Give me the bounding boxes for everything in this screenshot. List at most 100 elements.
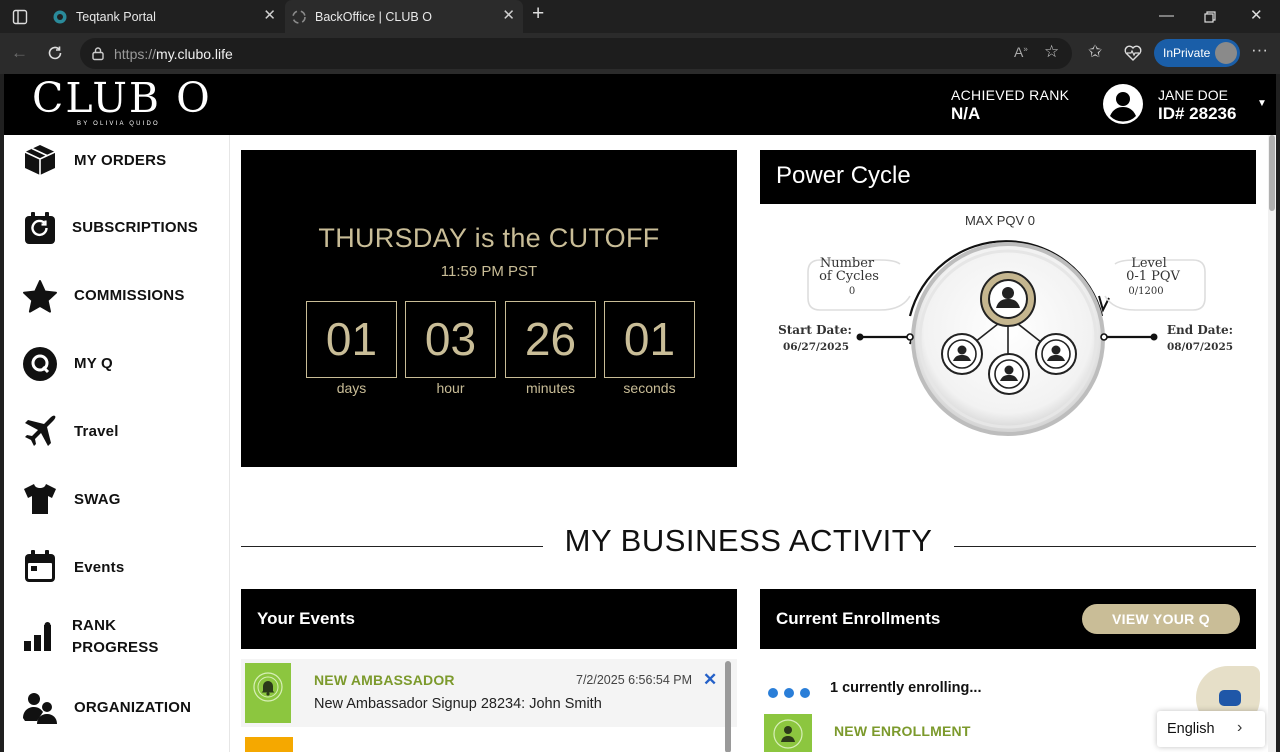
sidebar-item-events[interactable]: Events — [4, 538, 230, 594]
enrollment-type: NEW ENROLLMENT — [834, 723, 971, 739]
view-your-q-button[interactable]: VIEW YOUR Q — [1082, 604, 1240, 634]
logo-tagline: BY OLIVIA QUIDO — [77, 121, 160, 127]
read-aloud-icon[interactable]: A» — [1014, 44, 1028, 60]
countdown-minutes-label: minutes — [525, 380, 576, 396]
sidebar-item-my-q[interactable]: MY Q — [4, 335, 230, 391]
main-content: THURSDAY is the CUTOFF 11:59 PM PST 01 0… — [230, 135, 1276, 752]
star-icon — [23, 280, 57, 313]
reload-icon[interactable] — [46, 44, 64, 62]
end-date-value: 08/07/2025 — [1167, 341, 1233, 353]
enrollments-card-header: Current Enrollments VIEW YOUR Q — [760, 589, 1256, 649]
toolbar: ← https://my.clubo.life A» ☆ ✩ InPrivate… — [0, 33, 1280, 74]
power-cycle-title: Power Cycle — [776, 162, 911, 189]
user-avatar-icon[interactable] — [1102, 83, 1144, 125]
achieved-rank-label: ACHIEVED RANK — [951, 87, 1070, 103]
power-cycle-header: Power Cycle — [760, 150, 1256, 204]
events-card-title: Your Events — [257, 609, 355, 628]
language-selector[interactable]: English › — [1157, 711, 1265, 747]
tshirt-icon — [24, 484, 56, 514]
sidebar-item-label-line1: RANK — [72, 617, 117, 634]
events-scrollbar[interactable] — [725, 661, 731, 752]
new-tab-button[interactable]: + — [532, 3, 544, 24]
sidebar-item-commissions[interactable]: COMMISSIONS — [4, 267, 230, 323]
sidebar-item-label: MY ORDERS — [74, 152, 167, 169]
airplane-icon — [25, 415, 56, 446]
favorites-icon[interactable]: ✩ — [1088, 42, 1102, 62]
event-type-badge — [245, 663, 291, 723]
club-o-logo[interactable]: CLUB O — [32, 74, 212, 122]
url-text: https://my.clubo.life — [114, 46, 233, 62]
browser-essentials-icon[interactable] — [1124, 45, 1142, 61]
events-card: Your Events NEW AMBASSADOR 7/2/2025 6:56… — [241, 589, 737, 752]
user-menu-chevron-icon[interactable]: ▼ — [1257, 98, 1267, 109]
event-item-next-badge — [245, 737, 293, 752]
enrollment-type-badge — [764, 714, 812, 752]
business-activity-heading: MY BUSINESS ACTIVITY — [241, 523, 1256, 563]
restore-icon[interactable] — [1204, 11, 1216, 23]
box-icon — [24, 145, 56, 175]
sidebar-item-label: MY Q — [74, 355, 113, 372]
page-scrollbar-thumb[interactable] — [1269, 135, 1275, 211]
favorite-star-icon[interactable]: ☆ — [1044, 42, 1059, 62]
events-card-header: Your Events — [241, 589, 737, 649]
enrolling-dots-icon — [768, 685, 816, 703]
sidebar-item-label: SWAG — [74, 491, 121, 508]
lock-icon[interactable] — [91, 46, 105, 61]
close-window-icon[interactable]: ✕ — [1250, 7, 1263, 25]
q-icon — [23, 347, 57, 381]
group-icon — [23, 693, 57, 724]
minimize-icon[interactable]: — — [1159, 7, 1174, 25]
calendar-icon — [25, 550, 55, 582]
sidebar-item-rank-progress[interactable]: RANK PROGRESS — [4, 607, 230, 671]
user-id[interactable]: ID# 28236 — [1158, 104, 1236, 124]
sidebar-item-label: Travel — [74, 423, 119, 440]
countdown-title: THURSDAY is the CUTOFF — [318, 223, 660, 253]
person-icon — [773, 719, 803, 749]
sidebar-item-subscriptions[interactable]: SUBSCRIPTIONS — [4, 199, 230, 255]
chevron-right-icon: › — [1237, 719, 1243, 736]
tab-strip: Teqtank Portal ✕ BackOffice | CLUB O ✕ +… — [0, 0, 1280, 33]
bar-chart-icon — [24, 622, 51, 651]
tab-title: Teqtank Portal — [76, 9, 156, 24]
sidebar-item-label: SUBSCRIPTIONS — [72, 219, 198, 236]
cutoff-countdown-panel: THURSDAY is the CUTOFF 11:59 PM PST 01 0… — [241, 150, 737, 467]
tab-backoffice[interactable]: BackOffice | CLUB O ✕ — [285, 0, 523, 33]
tab-teqtank-portal[interactable]: Teqtank Portal ✕ — [44, 0, 284, 33]
teqtank-icon — [53, 10, 67, 23]
chat-bubble-icon — [1219, 690, 1241, 706]
countdown-seconds-label: seconds — [623, 380, 676, 396]
countdown-minutes-value: 26 — [505, 301, 596, 378]
profile-avatar — [1215, 42, 1237, 64]
page-scrollbar[interactable] — [1268, 135, 1276, 752]
countdown-seconds-value: 01 — [604, 301, 695, 378]
countdown-days-value: 01 — [306, 301, 397, 378]
site-header: CLUB O BY OLIVIA QUIDO ACHIEVED RANK N/A… — [4, 74, 1276, 135]
dismiss-event-icon[interactable]: ✕ — [703, 670, 717, 690]
more-options-icon[interactable]: ··· — [1251, 40, 1268, 60]
sidebar-item-label: ORGANIZATION — [74, 699, 192, 716]
sidebar-toggle-icon[interactable] — [12, 9, 28, 25]
inprivate-badge[interactable]: InPrivate — [1154, 39, 1240, 67]
back-icon[interactable]: ← — [11, 43, 28, 63]
address-bar[interactable]: https://my.clubo.life A» ☆ — [80, 38, 1072, 69]
sidebar-item-travel[interactable]: Travel — [4, 403, 230, 459]
close-tab-icon[interactable]: ✕ — [502, 8, 515, 24]
start-date-value: 06/27/2025 — [783, 341, 849, 353]
event-type: NEW AMBASSADOR — [314, 672, 455, 688]
achieved-rank-value: N/A — [951, 104, 981, 123]
sidebar-item-label-line2: PROGRESS — [72, 639, 159, 656]
sidebar-item-swag[interactable]: SWAG — [4, 471, 230, 527]
sidebar-item-label: COMMISSIONS — [74, 287, 185, 304]
user-name[interactable]: JANE DOE — [1158, 87, 1228, 103]
event-item[interactable]: NEW AMBASSADOR 7/2/2025 6:56:54 PM ✕ New… — [241, 659, 737, 727]
countdown-hours-label: hour — [436, 380, 465, 396]
browser-window: Teqtank Portal ✕ BackOffice | CLUB O ✕ +… — [0, 0, 1280, 752]
close-tab-icon[interactable]: ✕ — [263, 8, 276, 24]
sidebar-item-organization[interactable]: ORGANIZATION — [4, 679, 230, 735]
end-node — [1100, 333, 1108, 341]
cycles-label-line2: of Cycles — [819, 269, 879, 284]
enrollments-card-title: Current Enrollments — [776, 609, 941, 628]
business-activity-title: MY BUSINESS ACTIVITY — [564, 523, 933, 558]
sidebar-item-my-orders[interactable]: MY ORDERS — [4, 135, 230, 191]
start-dot — [856, 333, 864, 341]
